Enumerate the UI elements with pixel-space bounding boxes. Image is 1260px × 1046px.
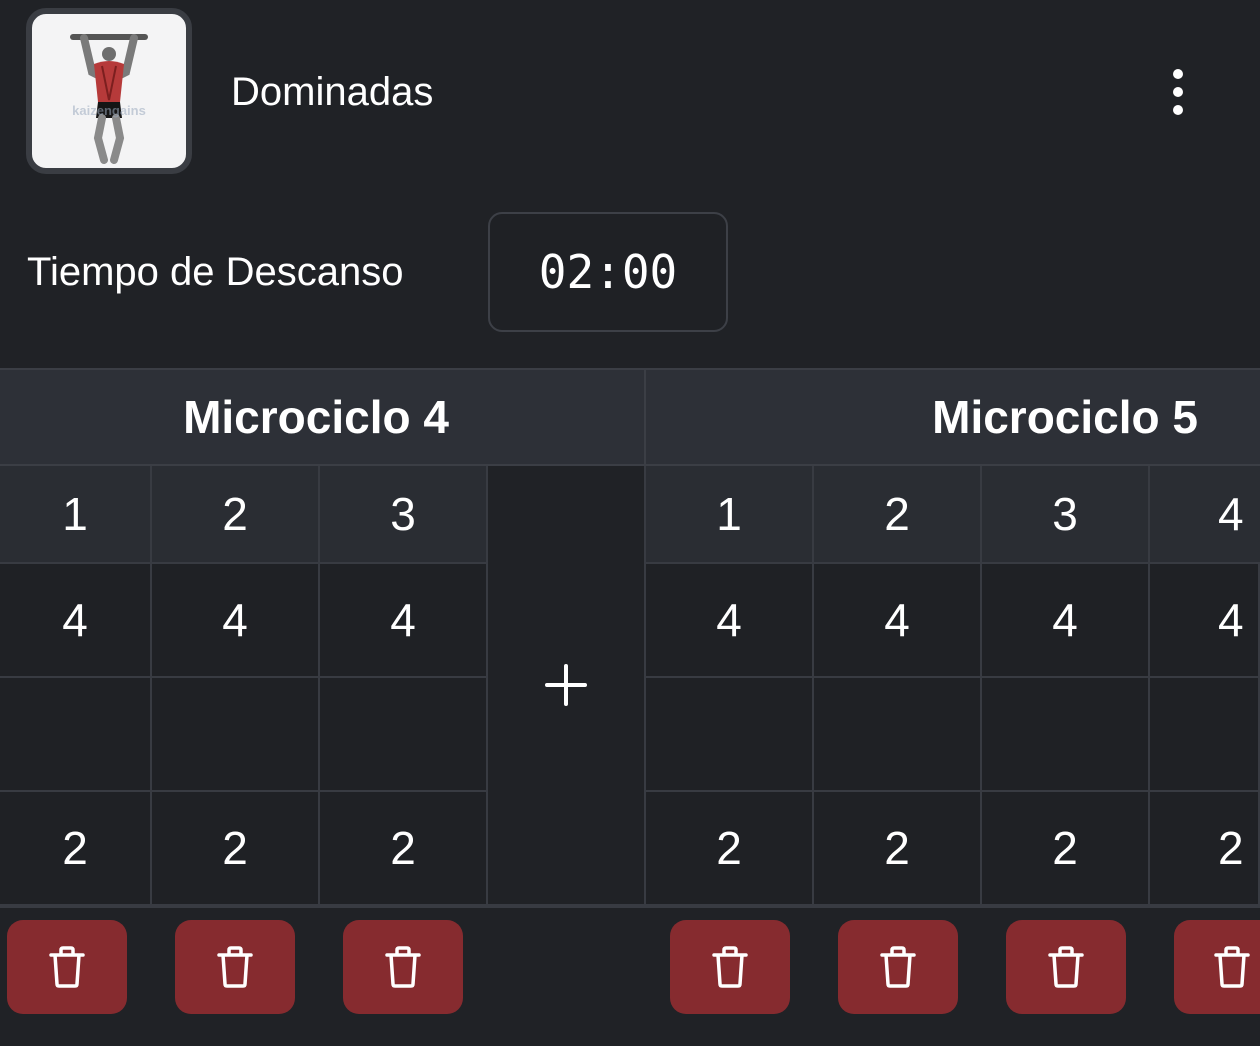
more-vertical-icon[interactable] xyxy=(1158,62,1198,122)
set-value-cell[interactable]: 2 xyxy=(0,792,152,906)
add-set-button[interactable] xyxy=(488,466,646,906)
rest-time-label: Tiempo de Descanso xyxy=(27,250,404,294)
set-value-cell[interactable] xyxy=(1150,678,1260,792)
set-value-cell[interactable]: 2 xyxy=(982,792,1150,906)
set-value-cell[interactable]: 4 xyxy=(1150,564,1260,678)
set-value-cell[interactable]: 4 xyxy=(646,564,814,678)
microcycle-grid: Microciclo 4 Microciclo 5 1 2 3 4 4 4 2 … xyxy=(0,368,1260,1046)
delete-set-button[interactable] xyxy=(670,920,790,1014)
delete-set-button[interactable] xyxy=(1174,920,1260,1014)
set-header: 4 xyxy=(1150,466,1260,564)
set-value-cell[interactable] xyxy=(646,678,814,792)
set-value-cell[interactable]: 4 xyxy=(0,564,152,678)
trash-icon xyxy=(880,946,916,988)
set-value-cell[interactable]: 2 xyxy=(646,792,814,906)
delete-set-button[interactable] xyxy=(838,920,958,1014)
set-value-cell[interactable]: 2 xyxy=(152,792,320,906)
set-value-cell[interactable] xyxy=(982,678,1150,792)
exercise-name: Dominadas xyxy=(231,70,434,114)
microcycle-title: Microciclo 5 xyxy=(932,391,1198,443)
set-header: 1 xyxy=(646,466,814,564)
trash-icon xyxy=(217,946,253,988)
delete-set-button[interactable] xyxy=(343,920,463,1014)
set-value-cell[interactable]: 2 xyxy=(1150,792,1260,906)
set-header: 3 xyxy=(982,466,1150,564)
exercise-thumbnail[interactable]: kaizengains xyxy=(26,8,192,174)
set-header: 2 xyxy=(152,466,320,564)
set-header: 1 xyxy=(0,466,152,564)
microcycle-5-header: Microciclo 5 xyxy=(646,368,1260,466)
thumbnail-watermark: kaizengains xyxy=(72,103,146,118)
trash-icon xyxy=(385,946,421,988)
exercise-header: kaizengains Dominadas xyxy=(0,0,1260,185)
plus-icon xyxy=(545,664,587,706)
set-value-cell[interactable] xyxy=(814,678,982,792)
table-bottom-divider xyxy=(0,906,1260,908)
microcycle-title: Microciclo 4 xyxy=(183,391,449,443)
set-value-cell[interactable]: 2 xyxy=(814,792,982,906)
set-value-cell[interactable]: 4 xyxy=(982,564,1150,678)
set-value-cell[interactable]: 4 xyxy=(814,564,982,678)
set-header: 3 xyxy=(320,466,488,564)
set-value-cell[interactable] xyxy=(152,678,320,792)
trash-icon xyxy=(1214,946,1250,988)
microcycle-4-header: Microciclo 4 xyxy=(0,368,646,466)
delete-set-button[interactable] xyxy=(7,920,127,1014)
set-value-cell[interactable]: 4 xyxy=(152,564,320,678)
delete-set-button[interactable] xyxy=(175,920,295,1014)
set-value-cell[interactable] xyxy=(320,678,488,792)
rest-time-input[interactable]: 02:00 xyxy=(488,212,728,332)
trash-icon xyxy=(1048,946,1084,988)
set-value-cell[interactable]: 2 xyxy=(320,792,488,906)
trash-icon xyxy=(49,946,85,988)
set-value-cell[interactable]: 4 xyxy=(320,564,488,678)
delete-set-button[interactable] xyxy=(1006,920,1126,1014)
set-value-cell[interactable] xyxy=(0,678,152,792)
trash-icon xyxy=(712,946,748,988)
set-header: 2 xyxy=(814,466,982,564)
